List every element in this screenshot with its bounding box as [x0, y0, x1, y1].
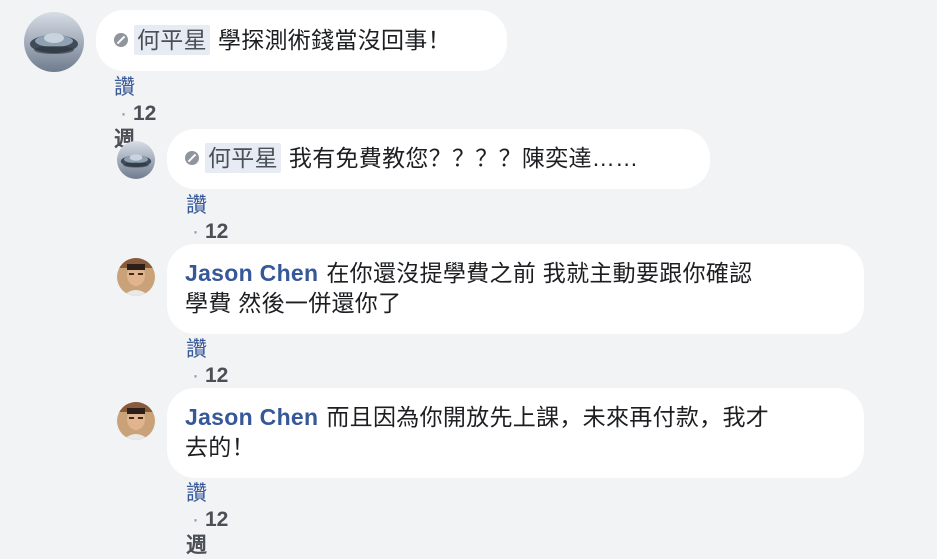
- separator: ·: [192, 508, 199, 531]
- deleted-user-icon: [185, 150, 199, 165]
- person-avatar-icon: [117, 402, 155, 440]
- avatar[interactable]: [117, 258, 155, 296]
- separator: ·: [192, 364, 199, 387]
- ufo-avatar-icon: [24, 12, 84, 72]
- comment-author[interactable]: 何平星: [134, 25, 210, 55]
- comment-text-line2: 去的！: [185, 434, 255, 460]
- separator: ·: [120, 102, 127, 125]
- comment-text: 學探測術錢當沒回事！: [217, 27, 451, 53]
- ufo-avatar-icon: [117, 141, 155, 179]
- avatar[interactable]: [24, 12, 84, 72]
- person-avatar-icon: [117, 258, 155, 296]
- comment-bubble: 何平星 學探測術錢當沒回事！: [96, 10, 507, 71]
- like-link[interactable]: 讚: [114, 76, 135, 99]
- comment-text-line1: 而且因為你開放先上課，未來再付款，我才: [326, 404, 770, 430]
- deleted-user-icon: [114, 32, 128, 47]
- like-link[interactable]: 讚: [186, 482, 207, 505]
- comment-bubble: Jason Chen 而且因為你開放先上課，未來再付款，我才 去的！: [167, 388, 864, 478]
- separator: ·: [192, 220, 199, 243]
- comment-author[interactable]: Jason Chen: [185, 404, 318, 430]
- avatar[interactable]: [117, 402, 155, 440]
- comment-author[interactable]: Jason Chen: [185, 260, 318, 286]
- comment-text-line1: 在你還沒提學費之前 我就主動要跟你確認: [326, 260, 753, 286]
- like-link[interactable]: 讚: [186, 338, 207, 361]
- comment-bubble: Jason Chen 在你還沒提學費之前 我就主動要跟你確認 學費 然後一併還你了: [167, 244, 864, 334]
- comment-text: 我有免費教您？？？？陳奕達……: [288, 145, 639, 171]
- comment-actions: 讚·12週: [186, 481, 228, 559]
- comment-author[interactable]: 何平星: [205, 143, 281, 173]
- avatar[interactable]: [117, 141, 155, 179]
- like-link[interactable]: 讚: [186, 194, 207, 217]
- comment-text-line2: 學費 然後一併還你了: [185, 290, 402, 316]
- comment-bubble: 何平星 我有免費教您？？？？陳奕達……: [167, 129, 710, 189]
